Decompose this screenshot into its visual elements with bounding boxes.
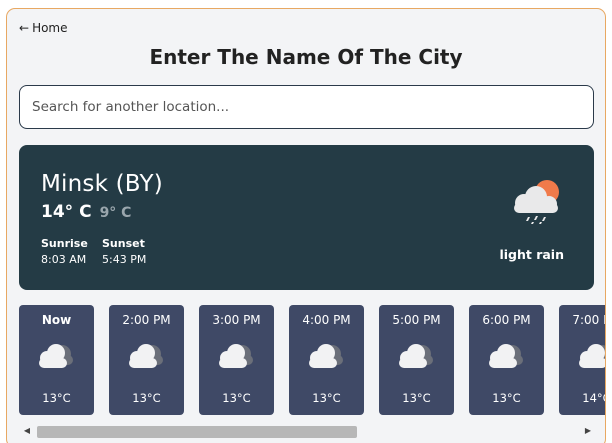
current-temp: 14° C xyxy=(41,202,92,222)
hour-temp: 13°C xyxy=(222,391,251,405)
sunrise-label: Sunrise xyxy=(41,237,88,250)
cloud-icon xyxy=(579,344,605,368)
hour-temp: 14°C xyxy=(582,391,605,405)
hour-time: 3:00 PM xyxy=(212,313,261,327)
cloud-icon xyxy=(309,344,343,368)
cloud-icon xyxy=(219,344,253,368)
hour-time: 7:00 PM xyxy=(572,313,605,327)
hour-card: 7:00 PM 14°C xyxy=(559,305,605,415)
hour-time: 2:00 PM xyxy=(122,313,171,327)
cloud-icon xyxy=(39,344,73,368)
rain-sun-cloud-icon xyxy=(514,180,559,224)
current-temps: 14° C 9° C xyxy=(41,202,131,222)
cloud-icon xyxy=(489,344,523,368)
sunrise-time: 8:03 AM xyxy=(41,253,87,266)
hour-time: 6:00 PM xyxy=(482,313,531,327)
hour-card: 3:00 PM 13°C xyxy=(199,305,274,415)
hour-card: 2:00 PM 13°C xyxy=(109,305,184,415)
hourly-track: Now 13°C 2:00 PM 13°C 3:00 PM 13°C 4:00 PM 13°C… xyxy=(19,305,605,415)
home-link[interactable]: ← Home xyxy=(19,21,68,35)
hour-temp: 13°C xyxy=(402,391,431,405)
weather-description: light rain xyxy=(499,247,564,262)
horizontal-scrollbar[interactable]: ◀ ▶ xyxy=(19,423,594,439)
cloud-icon xyxy=(129,344,163,368)
sunrise-info: Sunrise 8:03 AM xyxy=(41,237,88,266)
sunset-info: Sunset 5:43 PM xyxy=(102,237,146,266)
hour-time: 5:00 PM xyxy=(392,313,441,327)
hour-card: Now 13°C xyxy=(19,305,94,415)
current-weather-card: Minsk (BY) 14° C 9° C Sunrise 8:03 AM Su… xyxy=(19,145,594,290)
home-link-label: Home xyxy=(32,21,68,35)
hour-temp: 13°C xyxy=(42,391,71,405)
hour-card: 4:00 PM 13°C xyxy=(289,305,364,415)
hour-time: 4:00 PM xyxy=(302,313,351,327)
sunset-time: 5:43 PM xyxy=(102,253,147,266)
search-input[interactable] xyxy=(19,85,594,129)
scrollbar-thumb[interactable] xyxy=(37,426,357,438)
app-frame: ← Home Enter The Name Of The City Minsk … xyxy=(6,8,606,443)
hour-time: Now xyxy=(41,313,72,327)
scroll-right-icon[interactable]: ▶ xyxy=(582,425,594,437)
scroll-left-icon[interactable]: ◀ xyxy=(21,425,33,437)
hour-card: 6:00 PM 13°C xyxy=(469,305,544,415)
city-name: Minsk (BY) xyxy=(41,171,163,197)
hour-temp: 13°C xyxy=(492,391,521,405)
page-title: Enter The Name Of The City xyxy=(149,45,463,69)
cloud-icon xyxy=(399,344,433,368)
hour-card: 5:00 PM 13°C xyxy=(379,305,454,415)
sunset-label: Sunset xyxy=(102,237,145,250)
low-temp: 9° C xyxy=(99,205,132,221)
hourly-forecast[interactable]: Now 13°C 2:00 PM 13°C 3:00 PM 13°C 4:00 PM 13°C… xyxy=(7,305,605,417)
arrow-left-icon: ← xyxy=(19,21,30,35)
hour-temp: 13°C xyxy=(132,391,161,405)
hour-temp: 13°C xyxy=(312,391,341,405)
